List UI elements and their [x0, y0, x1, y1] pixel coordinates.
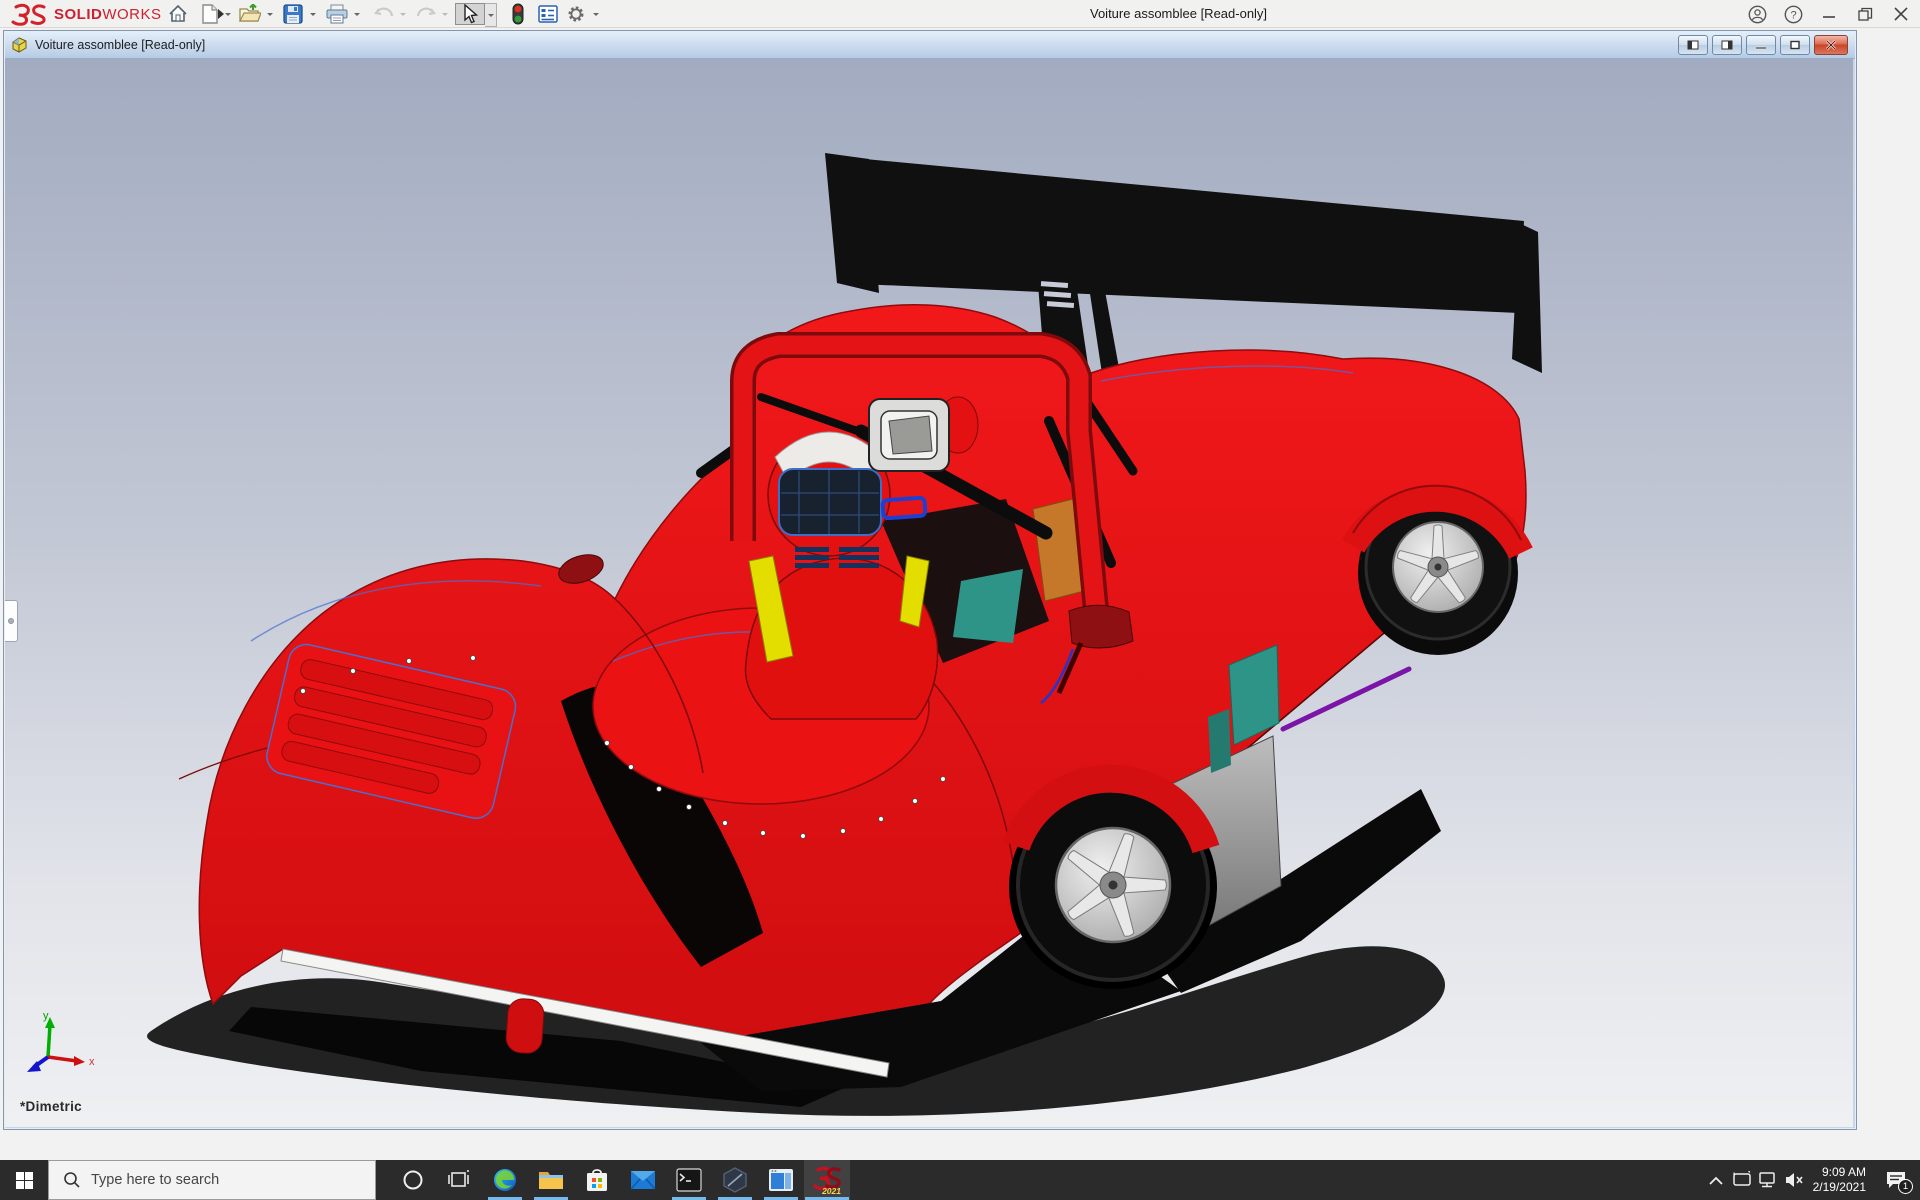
select-tool-button[interactable] — [455, 3, 485, 25]
redo-dropdown[interactable] — [439, 3, 451, 25]
taskbar-cortana[interactable] — [390, 1160, 436, 1200]
wireless-display-icon[interactable] — [1729, 1160, 1755, 1200]
action-center-button[interactable]: 1 — [1876, 1160, 1916, 1200]
taskbar-microsoft-store[interactable] — [574, 1160, 620, 1200]
svg-text:?: ? — [1790, 9, 1796, 21]
settings-button[interactable] — [564, 3, 588, 25]
system-tray: 9:09 AM 2/19/2021 1 — [1703, 1160, 1920, 1200]
helmet-visor — [779, 469, 881, 535]
taskbar-file-explorer[interactable] — [528, 1160, 574, 1200]
right-mirror — [1069, 605, 1133, 648]
search-icon — [63, 1171, 81, 1189]
undo-dropdown[interactable] — [397, 3, 409, 25]
minimize-button[interactable] — [1814, 0, 1844, 28]
taskbar-clock[interactable]: 9:09 AM 2/19/2021 — [1813, 1165, 1866, 1195]
select-tool-dropdown[interactable] — [485, 3, 497, 27]
taskbar-edge[interactable] — [482, 1160, 528, 1200]
viewport-3d-scene — [5, 59, 1853, 1127]
dassault-logo-icon — [10, 2, 50, 26]
taskbar-search[interactable] — [48, 1160, 376, 1200]
rebuild-button[interactable] — [506, 3, 530, 25]
document-window: Voiture assomblee [Read-only] — [3, 30, 1857, 1130]
orientation-label: *Dimetric — [20, 1099, 82, 1114]
doc-split-right-button[interactable] — [1712, 35, 1742, 55]
app-window-title: Voiture assomblee [Read-only] — [1090, 0, 1267, 28]
tray-expand-chevron[interactable] — [1703, 1160, 1729, 1200]
taskbar-blue-window-app[interactable] — [758, 1160, 804, 1200]
open-dropdown[interactable] — [264, 3, 276, 25]
save-button[interactable] — [281, 3, 305, 25]
doc-close-button[interactable] — [1814, 35, 1848, 55]
redo-button[interactable] — [414, 3, 438, 25]
print-dropdown[interactable] — [351, 3, 363, 25]
rear-right-wheel — [1009, 779, 1217, 989]
windows-taskbar: 2021 9:09 AM 2/19/2021 1 — [0, 1160, 1920, 1200]
svg-text:x: x — [89, 1056, 95, 1068]
help-button[interactable]: ? — [1778, 0, 1808, 28]
close-button[interactable] — [1886, 0, 1916, 28]
home-button[interactable] — [166, 3, 190, 25]
taskbar-command-prompt[interactable] — [666, 1160, 712, 1200]
clock-date: 2/19/2021 — [1813, 1180, 1866, 1195]
svg-text:2021: 2021 — [821, 1186, 841, 1195]
print-button[interactable] — [325, 3, 349, 25]
save-dropdown[interactable] — [307, 3, 319, 25]
panel-handle-dot — [8, 618, 14, 624]
doc-split-left-button[interactable] — [1678, 35, 1708, 55]
graphics-viewport[interactable]: y x *Dimetric — [5, 59, 1853, 1127]
document-title: Voiture assomblee [Read-only] — [35, 38, 205, 52]
taskbar-solidworks[interactable]: 2021 — [804, 1160, 850, 1200]
app-titlebar: SOLIDWORKS Voiture assomblee [Read-only]… — [0, 0, 1920, 28]
undo-button[interactable] — [372, 3, 396, 25]
document-titlebar[interactable]: Voiture assomblee [Read-only] — [5, 32, 1855, 59]
taskbar-hexagon-app[interactable] — [712, 1160, 758, 1200]
volume-muted-icon[interactable] — [1781, 1160, 1807, 1200]
tow-peg — [505, 998, 545, 1054]
assembly-icon — [10, 36, 29, 54]
doc-minimize-button[interactable] — [1746, 35, 1776, 55]
brand-text: SOLIDWORKS — [54, 6, 162, 23]
featuremanager-collapsed-tab[interactable] — [5, 600, 18, 642]
taskbar-task-view[interactable] — [436, 1160, 482, 1200]
svg-text:y: y — [43, 1010, 49, 1022]
notification-badge: 1 — [1898, 1179, 1913, 1194]
orientation-triad: y x — [23, 1009, 113, 1079]
restore-button[interactable] — [1850, 0, 1880, 28]
door-teal-insert — [1208, 709, 1231, 773]
doc-restore-button[interactable] — [1780, 35, 1810, 55]
taskbar-mail[interactable] — [620, 1160, 666, 1200]
settings-dropdown[interactable] — [590, 3, 602, 25]
network-icon[interactable] — [1755, 1160, 1781, 1200]
start-button[interactable] — [0, 1160, 48, 1200]
clock-time: 9:09 AM — [1813, 1165, 1866, 1180]
new-document-button[interactable] — [198, 3, 222, 25]
options-list-button[interactable] — [536, 3, 560, 25]
account-button[interactable] — [1742, 0, 1772, 28]
solidworks-logo: SOLIDWORKS — [10, 3, 228, 25]
new-document-dropdown[interactable] — [222, 3, 234, 25]
search-input[interactable] — [91, 1172, 341, 1188]
open-button[interactable] — [238, 3, 262, 25]
